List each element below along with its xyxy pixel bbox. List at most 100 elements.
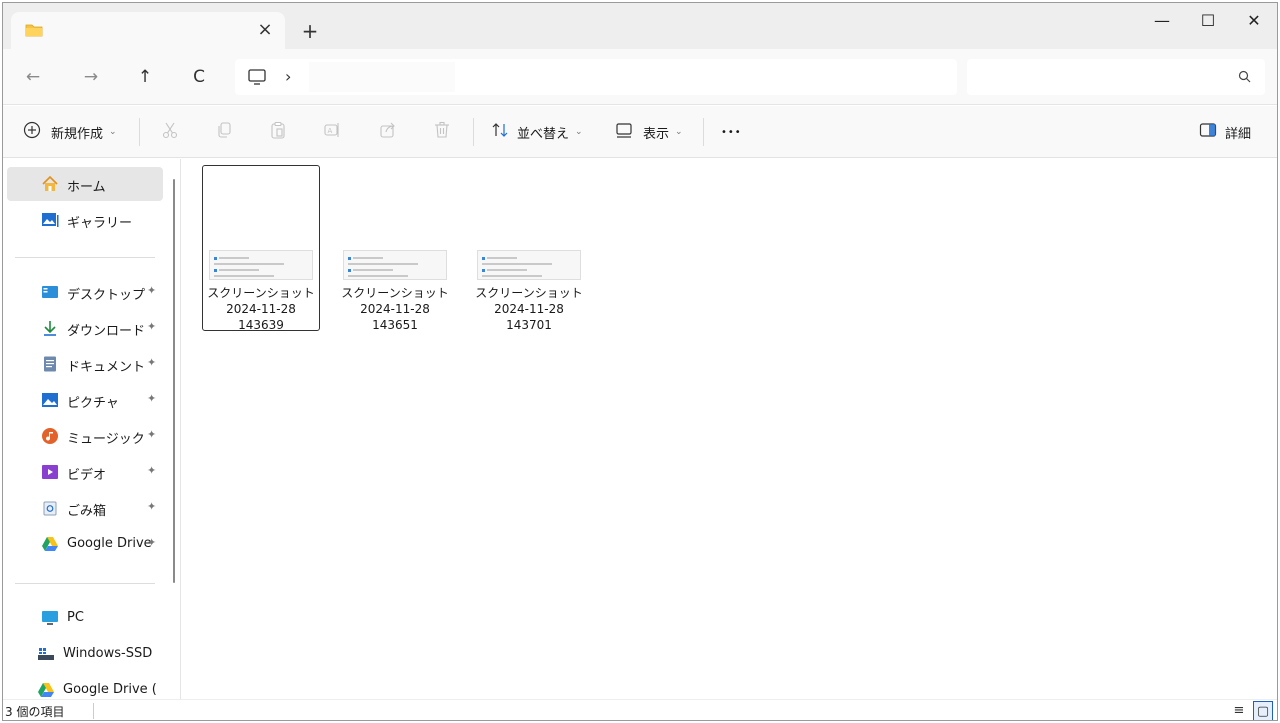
up-button[interactable]: ↑ [133, 65, 157, 89]
copy-button[interactable] [215, 120, 233, 144]
details-view-button[interactable]: ≡ [1229, 701, 1249, 720]
file-name: スクリーンショット 2024-11-28 143651 [341, 286, 449, 332]
scissors-icon [161, 121, 179, 143]
sidebar-item-home[interactable]: ホーム [7, 167, 163, 201]
pin-icon[interactable]: ✦ [147, 536, 156, 549]
sidebar-item-google-drive-drive[interactable]: › Google Drive ( [3, 673, 179, 699]
desktop-icon [41, 283, 59, 301]
sidebar-divider [15, 583, 155, 584]
pin-icon[interactable]: ✦ [147, 392, 156, 405]
forward-button[interactable]: → [79, 65, 103, 89]
file-name: スクリーンショット 2024-11-28 143701 [475, 286, 583, 332]
pictures-icon [41, 391, 59, 409]
sidebar-item-google-drive[interactable]: Google Drive ✦ [7, 527, 163, 561]
gallery-icon [41, 211, 59, 229]
new-tab-button[interactable]: + [299, 20, 321, 42]
sidebar-item-label: PC [67, 610, 84, 625]
file-item[interactable]: スクリーンショット 2024-11-28 143701 [470, 165, 588, 332]
maximize-button[interactable]: ☐ [1185, 3, 1231, 39]
sidebar-item-music[interactable]: ミュージック ✦ [7, 419, 163, 453]
share-button[interactable] [379, 120, 397, 144]
pin-icon[interactable]: ✦ [147, 428, 156, 441]
new-button-label: 新規作成 [51, 126, 104, 142]
breadcrumb[interactable] [309, 62, 455, 92]
new-button[interactable]: 新規作成 ⌄ [23, 120, 117, 144]
drive-icon [37, 645, 55, 663]
sort-button[interactable]: 並べ替え ⌄ [491, 120, 583, 144]
sidebar-item-downloads[interactable]: ダウンロード ✦ [7, 311, 163, 345]
more-options-button[interactable]: ••• [721, 120, 742, 144]
sidebar-item-label: ドキュメント [67, 360, 146, 375]
sidebar-item-documents[interactable]: ドキュメント ✦ [7, 347, 163, 381]
view-icon [615, 121, 643, 143]
download-icon [41, 319, 59, 337]
sidebar-item-label: ダウンロード [67, 324, 146, 339]
back-button[interactable]: ← [21, 65, 45, 89]
delete-button[interactable] [433, 120, 451, 144]
sidebar-scrollbar[interactable] [173, 179, 175, 583]
item-count: 3 個の項目 [5, 705, 65, 719]
sidebar-item-label: ビデオ [67, 468, 107, 483]
music-icon [41, 427, 59, 445]
paste-button[interactable] [269, 120, 287, 144]
navigation-pane: ホーム ギャラリー デスクトップ ✦ ダウンロード ✦ ドキュメント ✦ ピクチ… [3, 159, 181, 699]
home-icon [41, 175, 59, 193]
sidebar-item-label: ギャラリー [67, 216, 133, 231]
sidebar-item-pc[interactable]: ⌄ PC [7, 601, 163, 635]
sidebar-item-desktop[interactable]: デスクトップ ✦ [7, 275, 163, 309]
sidebar-item-label: ミュージック [67, 432, 145, 447]
chevron-down-icon: ⌄ [675, 127, 683, 137]
plus-circle-icon [23, 121, 51, 143]
close-button[interactable]: ✕ [1231, 3, 1277, 39]
tab-this-pc[interactable]: × [11, 12, 285, 49]
sidebar-item-pictures[interactable]: ピクチャ ✦ [7, 383, 163, 417]
toolbar-separator [473, 118, 474, 146]
sidebar-item-label: ごみ箱 [67, 504, 107, 519]
file-name: スクリーンショット 2024-11-28 143639 [207, 286, 315, 332]
google-drive-icon [37, 681, 55, 699]
documents-icon [41, 355, 59, 373]
sidebar-item-label: Windows-SSD [63, 646, 153, 661]
chevron-down-icon: ⌄ [575, 127, 583, 137]
details-pane-label: 詳細 [1225, 126, 1252, 142]
sidebar-item-videos[interactable]: ビデオ ✦ [7, 455, 163, 489]
chevron-down-icon: ⌄ [109, 127, 117, 137]
large-icons-view-button[interactable]: ▢ [1253, 701, 1273, 720]
rename-button[interactable]: A [323, 120, 341, 144]
minimize-button[interactable]: — [1139, 3, 1185, 39]
refresh-button[interactable]: C [187, 65, 211, 89]
view-button[interactable]: 表示 ⌄ [615, 120, 683, 144]
address-bar[interactable]: › [235, 59, 957, 95]
pin-icon[interactable]: ✦ [147, 464, 156, 477]
details-pane-button[interactable]: 詳細 [1199, 120, 1251, 144]
pin-icon[interactable]: ✦ [147, 500, 156, 513]
sidebar-item-gallery[interactable]: ギャラリー [7, 203, 163, 237]
status-bar: 3 個の項目 ≡ ▢ [3, 699, 1277, 720]
pin-icon[interactable]: ✦ [147, 284, 156, 297]
view-button-label: 表示 [643, 126, 670, 142]
toolbar-separator [703, 118, 704, 146]
sidebar-item-windows-ssd[interactable]: › Windows-SSD [3, 637, 179, 671]
file-explorer-window: × + — ☐ ✕ ← → ↑ C › 新規作成 ⌄ A 並べ替え ⌄ 表示 ⌄… [2, 2, 1278, 721]
sidebar-item-recycle-bin[interactable]: ごみ箱 ✦ [7, 491, 163, 525]
pin-icon[interactable]: ✦ [147, 320, 156, 333]
sidebar-item-label: Google Drive [67, 536, 152, 551]
pin-icon[interactable]: ✦ [147, 356, 156, 369]
breadcrumb-chevron[interactable]: › [285, 67, 291, 86]
cut-button[interactable] [161, 120, 179, 144]
sidebar-item-label: ピクチャ [67, 396, 119, 411]
file-item[interactable]: スクリーンショット 2024-11-28 143639 [202, 165, 320, 332]
copy-icon [215, 121, 233, 143]
tab-close-button[interactable]: × [255, 20, 275, 40]
paste-icon [269, 121, 287, 143]
trash-icon [433, 121, 451, 143]
file-item[interactable]: スクリーンショット 2024-11-28 143651 [336, 165, 454, 332]
search-box[interactable] [967, 59, 1265, 95]
image-thumbnail [343, 250, 447, 280]
sort-button-label: 並べ替え [517, 126, 570, 142]
window-controls: — ☐ ✕ [1139, 3, 1277, 41]
file-list: スクリーンショット 2024-11-28 143639 スクリーンショット 20… [182, 159, 1277, 699]
monitor-icon [247, 68, 267, 89]
pc-icon [41, 609, 59, 627]
toolbar-separator [139, 118, 140, 146]
